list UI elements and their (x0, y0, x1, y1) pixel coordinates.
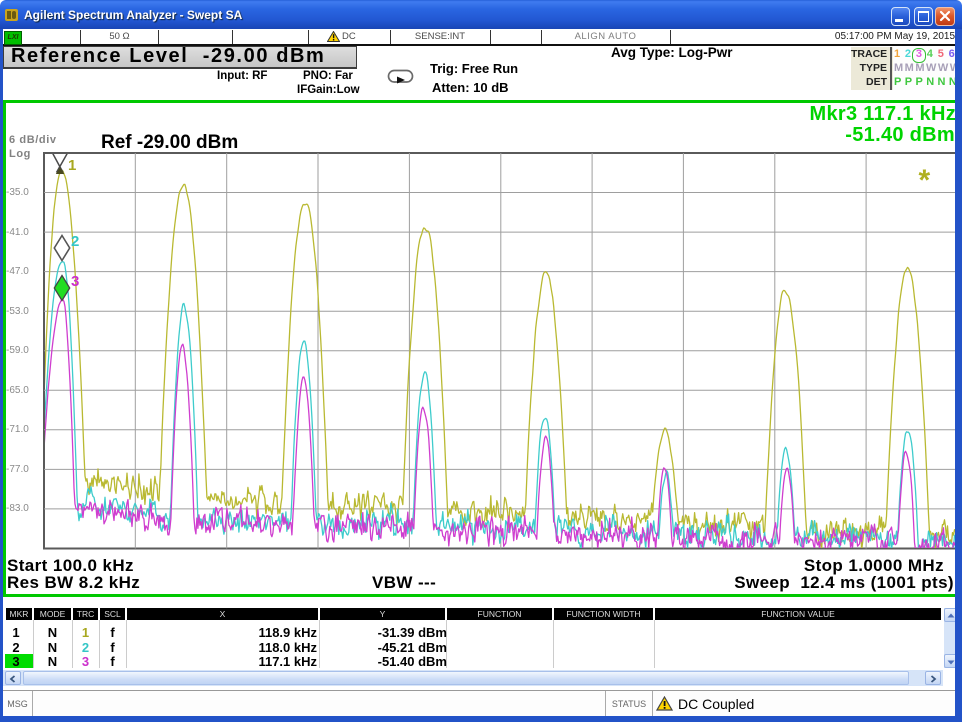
svg-text:2: 2 (71, 233, 79, 250)
svg-text:*: * (919, 164, 931, 197)
svg-text:3: 3 (71, 273, 79, 290)
svg-text:1: 1 (68, 157, 76, 174)
